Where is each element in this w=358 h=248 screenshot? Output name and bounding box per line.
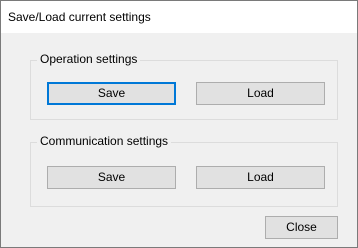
operation-settings-group: Operation settings Save Load <box>30 52 338 120</box>
communication-save-button[interactable]: Save <box>47 166 176 189</box>
operation-settings-label: Operation settings <box>37 52 141 66</box>
operation-save-button[interactable]: Save <box>47 82 176 105</box>
close-button[interactable]: Close <box>265 216 338 239</box>
communication-settings-label: Communication settings <box>37 134 172 148</box>
operation-load-button[interactable]: Load <box>196 82 325 105</box>
communication-settings-group: Communication settings Save Load <box>30 134 338 207</box>
communication-load-button[interactable]: Load <box>196 166 325 189</box>
title-bar[interactable]: Save/Load current settings <box>1 1 357 33</box>
window-title: Save/Load current settings <box>8 10 151 24</box>
dialog-window: Save/Load current settings Operation set… <box>0 0 358 248</box>
